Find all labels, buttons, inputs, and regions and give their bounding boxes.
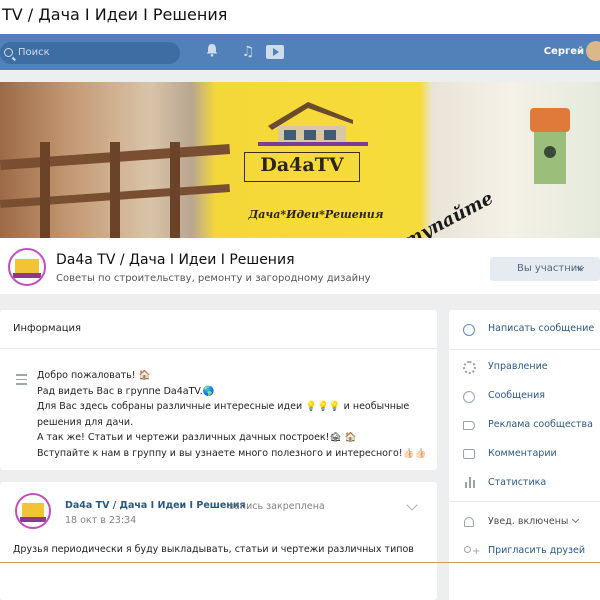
community-avatar[interactable] — [8, 248, 46, 286]
info-line: Вступайте к нам в группу и вы узнаете мн… — [37, 447, 427, 459]
fence-post — [40, 142, 50, 238]
community-name: Da4a TV / Дача I Идеи I Решения — [56, 252, 295, 268]
sidebar-item-label: Статистика — [488, 477, 547, 488]
member-status-button[interactable]: Вы участник — [490, 257, 600, 281]
user-avatar[interactable] — [586, 41, 600, 61]
member-status-label: Вы участник — [517, 263, 584, 274]
divider — [449, 349, 600, 350]
message-icon — [462, 389, 476, 403]
house-logo-icon — [258, 102, 368, 146]
avatar-label-strip — [13, 273, 41, 278]
stats-icon — [462, 476, 476, 490]
bell-icon[interactable] — [203, 43, 221, 61]
search-placeholder: Поиск — [18, 47, 50, 58]
pinned-post: Da4a TV / Дача I Идеи I Решения запись з… — [0, 482, 437, 600]
info-line: Добро пожаловать! 🏠 — [37, 370, 151, 381]
sidebar-item-label: Управление — [488, 361, 548, 372]
post-pinned-label: запись закреплена — [229, 501, 325, 512]
post-text: Друзья периодически я буду выкладывать, … — [13, 544, 414, 555]
fence-post — [170, 142, 180, 238]
search-icon — [4, 48, 13, 57]
info-description: Добро пожаловать! 🏠 Рад видеть Вас в гру… — [37, 368, 427, 461]
cover-logo-text: Da4aTV — [260, 154, 344, 176]
fence-post — [110, 142, 120, 238]
sidebar-item-label: Реклама сообщества — [488, 419, 593, 430]
comment-icon — [462, 447, 476, 461]
avatar-label-strip — [20, 517, 46, 522]
description-icon — [16, 374, 27, 388]
sidebar-item-label: Комментарии — [488, 448, 557, 459]
chevron-down-icon[interactable] — [406, 499, 418, 511]
chevron-down-icon — [572, 515, 580, 524]
post-date[interactable]: 18 окт в 23:34 — [65, 515, 136, 526]
music-icon[interactable]: ♫ — [239, 43, 257, 61]
info-line: Для Вас здесь собраны различные интересн… — [37, 401, 410, 412]
bell-icon — [462, 515, 476, 529]
info-line: А так же! Статьи и чертежи различных дач… — [37, 432, 357, 443]
invite-friends-label: Пригласить друзей — [488, 545, 586, 556]
window-title: TV / Дача I Идеи I Решения — [0, 0, 600, 34]
community-description: Советы по строительству, ремонту и загор… — [56, 273, 371, 284]
sidebar-item-label: Сообщения — [488, 390, 546, 401]
divider — [449, 501, 600, 502]
divider — [0, 348, 437, 349]
message-icon — [462, 322, 476, 336]
megaphone-icon — [462, 418, 476, 432]
top-navigation-bar: Поиск ♫ Сергей — [0, 34, 600, 70]
info-line: решения для дачи. — [37, 416, 134, 428]
birdhouse-icon — [530, 108, 570, 184]
gear-icon — [462, 360, 476, 374]
notifications-label: Увед. включены — [488, 514, 580, 530]
community-header: Da4a TV / Дача I Идеи I Решения Советы п… — [0, 238, 600, 294]
cover-cta-text: вступайте — [380, 187, 497, 238]
cover-tagline: Дача*Идеи*Решения — [248, 208, 384, 221]
community-cover: Da4aTV Дача*Идеи*Решения вступайте — [0, 82, 600, 238]
post-author-avatar[interactable] — [15, 493, 51, 529]
info-block: Информация Добро пожаловать! 🏠 Рад видет… — [0, 310, 437, 470]
user-name[interactable]: Сергей — [544, 43, 584, 61]
info-title: Информация — [13, 323, 82, 334]
user-add-icon — [462, 544, 480, 558]
post-author-link[interactable]: Da4a TV / Дача I Идеи I Решения — [65, 500, 246, 511]
video-icon[interactable] — [266, 45, 284, 59]
avatar-house-shape — [22, 503, 44, 518]
info-line: Рад видеть Вас в группе Da4aTV.🌎 — [37, 385, 215, 397]
screenshot-border — [0, 562, 600, 563]
write-message-label: Написать сообщение — [488, 323, 595, 334]
search-input[interactable]: Поиск — [0, 42, 180, 64]
